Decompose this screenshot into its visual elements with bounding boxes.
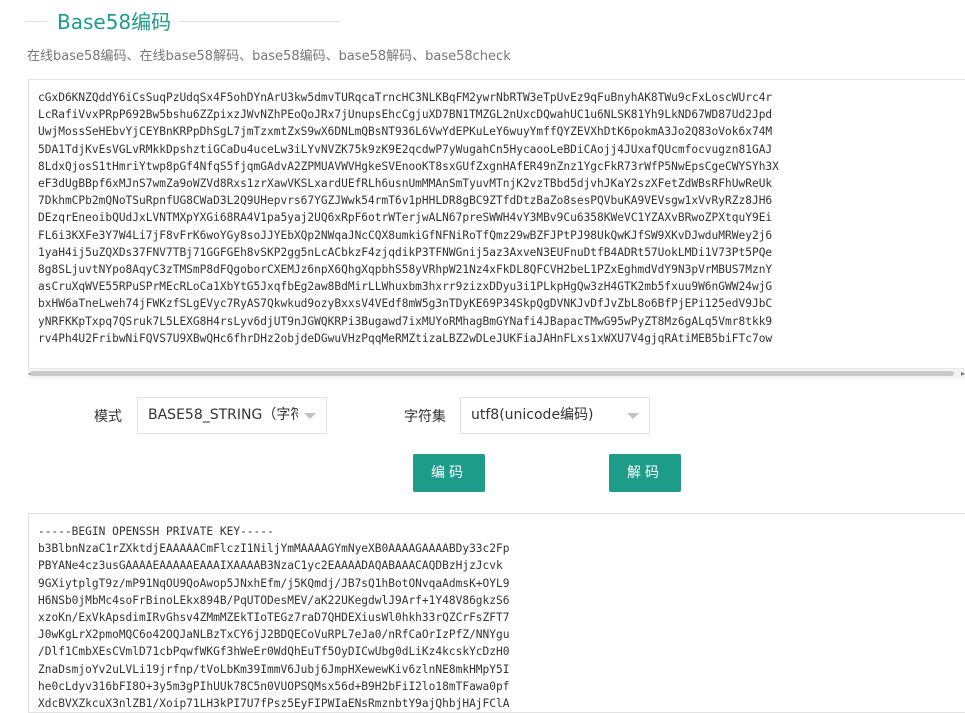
input-text-line: cGxD6KNZQddY6iCsSuqPzUdqSx4F5ohDYnArU3kw… bbox=[38, 91, 773, 104]
output-text-line: -----BEGIN OPENSSH PRIVATE KEY----- bbox=[38, 525, 274, 538]
input-text-line: FL6i3KXFe3Y7W4Li7jF8vFrK6woYGy8soJJYEbXQ… bbox=[38, 228, 773, 242]
output-text-line: xzoKn/ExVkApsdimIRvGhsv4ZMmMZEkTIoTEGz7r… bbox=[38, 611, 510, 625]
title-divider-right bbox=[178, 21, 340, 22]
scrollbar-thumb[interactable] bbox=[30, 371, 954, 376]
output-text-line: /Dlf1CmbXEsCVmlD71cbPqwfWKGf3hWeEr0WdQhE… bbox=[38, 645, 510, 659]
input-text-line: asCruXqWVE55RPuSPrMEcRLoCa1XbYtG5JxqfbEg… bbox=[38, 280, 773, 294]
mode-label: 模式 bbox=[94, 409, 122, 425]
input-text-line: 8g8SLjuvtNYpo8AqyC3zTMSmP8dFQgoborCXEMJz… bbox=[38, 263, 773, 277]
input-text-line: 7DkhmCPb2mQNoTSuRpnfUG8CWaD3L2Q9UHepvrs6… bbox=[38, 194, 773, 208]
input-textarea[interactable]: cGxD6KNZQddY6iCsSuqPzUdqSx4F5ohDYnArU3kw… bbox=[28, 79, 965, 378]
input-text-line: 1yaH4ij5uZQXDs37FNV7TBj71GGFGEh8vSKP2gg5… bbox=[38, 245, 773, 259]
chevron-down-icon bbox=[627, 413, 639, 419]
decode-button[interactable]: 解码 bbox=[609, 454, 681, 492]
input-text-line: yNRFKKpTxpq7QSruk7L5LEXG8H4rsLyv6djUT9nJ… bbox=[38, 314, 773, 328]
output-text-line: ZnaDsmjoYv2uLVLi19jrfnp/tVoLbKm39ImmV6Ju… bbox=[38, 662, 510, 676]
input-text-line: rv4Ph4U2FribwNiFQVS7U9XBwQHc6fhrDHz2objd… bbox=[38, 331, 773, 345]
input-text-line: bxHW6aTneLweh74jFWKzfSLgEVyc7RyAS7Qkwkud… bbox=[38, 297, 773, 311]
output-text-line: he0cLdyv316bFI8O+3y5m3gPIhUUk78C5n0VUOPS… bbox=[38, 679, 510, 693]
encode-button[interactable]: 编码 bbox=[413, 454, 485, 492]
input-text-line: 5DA1TdjKvEsVGLvRMkkDpshztiGCaDu4uceLw3iL… bbox=[38, 142, 773, 156]
input-horizontal-scrollbar[interactable]: ◂ ▸ bbox=[28, 368, 965, 379]
input-text-line: 8LdxQjosS1tHmriYtwp8pGf4NfqS5fjqmGAdvA2Z… bbox=[38, 159, 779, 173]
output-text-line: XdcBVXZkcuX3nlZB1/Xoip71LH3kPI7U7fPsz5Ey… bbox=[38, 697, 510, 711]
charset-label: 字符集 bbox=[404, 409, 446, 425]
charset-select[interactable]: utf8(unicode编码) bbox=[460, 397, 650, 434]
output-text-line: b3BlbnNzaC1rZXktdjEAAAAACmFlczI1NiljYmMA… bbox=[38, 542, 510, 556]
charset-select-value: utf8(unicode编码) bbox=[471, 407, 594, 423]
mode-select[interactable]: BASE58_STRING（字符串） bbox=[137, 397, 327, 434]
page-subtitle: 在线base58编码、在线base58解码、base58编码、base58解码、… bbox=[27, 49, 511, 64]
input-text-line: DEzqrEneoibQUdJxLVNTMXpYXGi68RA4V1pa5yaj… bbox=[38, 211, 773, 225]
chevron-down-icon bbox=[304, 413, 316, 419]
mode-select-value: BASE58_STRING（字符串） bbox=[148, 407, 298, 423]
output-text-line: PBYANe4cz3usGAAAAEAAAAAEAAAIXAAAAB3NzaC1… bbox=[38, 559, 503, 573]
input-text-line: UwjMossSeHEbvYjCEYBnKRPpDhSgL7jmTzxmtZxS… bbox=[38, 125, 773, 139]
input-text-line: eF3dUgBBpf6xMJnS7wmZa9oWZVd8Rxs1zrXawVKS… bbox=[38, 177, 773, 191]
output-text-line: H6NSb0jMbMc4soFrBinoLEkx894B/PqUTODesMEV… bbox=[38, 593, 510, 607]
output-textarea[interactable]: -----BEGIN OPENSSH PRIVATE KEY----- b3Blb… bbox=[28, 513, 965, 713]
input-text-line: LcRafiVvxPRpP692Bw5bshu6ZZpixzJWvNZhPEoQ… bbox=[38, 108, 773, 122]
output-text-line: J0wKgLrX2pmoMQC6o42OQJaNLBzTxCY6jJ2BDQEC… bbox=[38, 628, 510, 642]
output-text-line: 9GXiytplgT9z/mP91NqOU9QoAwop5JNxhEfm/j5K… bbox=[38, 576, 510, 590]
page-title: Base58编码 bbox=[57, 10, 172, 34]
title-divider-left bbox=[25, 21, 47, 22]
scroll-right-arrow-icon[interactable]: ▸ bbox=[961, 369, 965, 379]
